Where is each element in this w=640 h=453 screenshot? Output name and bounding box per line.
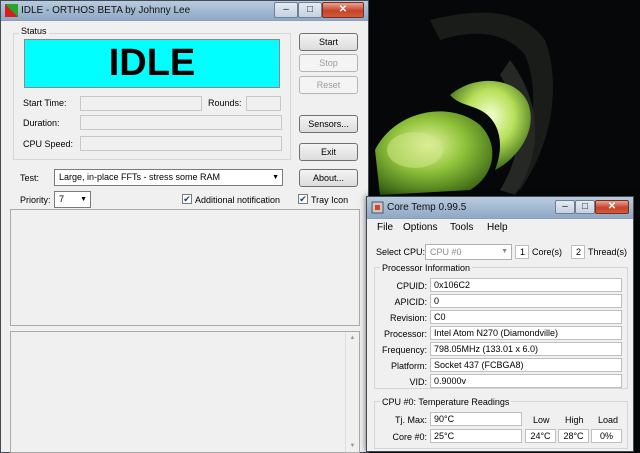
info-value-frequency: 798.05MHz (133.01 x 6.0) xyxy=(430,342,622,356)
orthos-titlebar[interactable]: IDLE - ORTHOS BETA by Johnny Lee – □ ✕ xyxy=(1,1,368,21)
start-time-field xyxy=(80,96,202,111)
coretemp-menubar: File Options Tools Help xyxy=(367,220,633,236)
close-button[interactable]: ✕ xyxy=(322,2,364,18)
scroll-up-icon[interactable]: ▲ xyxy=(346,332,359,344)
info-value-processor: Intel Atom N270 (Diamondville) xyxy=(430,326,622,340)
close-icon: ✕ xyxy=(338,4,348,15)
start-time-label: Start Time: xyxy=(23,98,67,108)
scroll-down-icon[interactable]: ▼ xyxy=(346,440,359,452)
chevron-down-icon: ▼ xyxy=(501,248,508,255)
close-icon: ✕ xyxy=(607,201,617,212)
cores-label: Core(s) xyxy=(532,247,563,257)
info-label-revision: Revision: xyxy=(389,313,427,323)
tray-icon-label: Tray Icon xyxy=(311,195,349,205)
log-scrollbar[interactable]: ▲ ▼ xyxy=(345,332,359,452)
col-low-label: Low xyxy=(533,415,550,425)
info-value-cpuid: 0x106C2 xyxy=(430,278,622,292)
cpu-speed-field xyxy=(80,136,282,151)
tj-max-label: Tj. Max: xyxy=(394,415,427,425)
maximize-button[interactable]: □ xyxy=(575,200,595,214)
minimize-icon: – xyxy=(283,4,289,15)
menu-file[interactable]: File xyxy=(377,222,393,233)
core0-label: Core #0: xyxy=(392,432,427,442)
test-select[interactable]: Large, in-place FFTs - stress some RAM ▼ xyxy=(54,169,283,186)
checkmark-icon: ✔ xyxy=(183,194,191,204)
temperature-header: CPU #0: Temperature Readings xyxy=(380,397,512,407)
info-label-apicid: APICID: xyxy=(394,297,427,307)
exit-button[interactable]: Exit xyxy=(299,143,358,161)
priority-select[interactable]: 7 ▼ xyxy=(54,191,91,208)
duration-field xyxy=(80,115,282,130)
maximize-icon: □ xyxy=(581,201,589,212)
tray-icon-checkbox[interactable]: ✔ xyxy=(298,194,308,204)
info-label-cpuid: CPUID: xyxy=(396,281,427,291)
orthos-title: IDLE - ORTHOS BETA by Johnny Lee xyxy=(21,5,191,16)
core0-temp: 25°C xyxy=(430,429,522,443)
maximize-icon: □ xyxy=(306,4,314,15)
test-select-value: Large, in-place FFTs - stress some RAM xyxy=(59,172,221,182)
menu-tools[interactable]: Tools xyxy=(450,222,473,233)
duration-label: Duration: xyxy=(23,118,60,128)
coretemp-title: Core Temp 0.99.5 xyxy=(387,202,467,213)
status-banner: IDLE xyxy=(24,39,280,88)
orthos-window: IDLE - ORTHOS BETA by Johnny Lee – □ ✕ S… xyxy=(0,0,369,453)
select-cpu-value: CPU #0 xyxy=(430,247,462,257)
maximize-button[interactable]: □ xyxy=(298,2,322,18)
close-button[interactable]: ✕ xyxy=(595,200,629,214)
threads-label: Thread(s) xyxy=(588,247,628,257)
col-high-label: High xyxy=(565,415,584,425)
threads-count-field: 2 xyxy=(571,245,585,259)
info-label-processor: Processor: xyxy=(383,329,427,339)
info-label-frequency: Frequency: xyxy=(381,345,427,355)
desktop: IDLE - ORTHOS BETA by Johnny Lee – □ ✕ S… xyxy=(0,0,640,453)
menu-options[interactable]: Options xyxy=(403,222,437,233)
core0-load: 0% xyxy=(591,429,622,443)
test-label: Test: xyxy=(20,173,40,183)
cpu-speed-label: CPU Speed: xyxy=(23,139,74,149)
checkmark-icon: ✔ xyxy=(299,194,307,204)
orthos-app-icon xyxy=(5,4,18,17)
chevron-down-icon: ▼ xyxy=(272,174,279,181)
rounds-label: Rounds: xyxy=(208,98,242,108)
rounds-field xyxy=(246,96,281,111)
coretemp-window: Core Temp 0.99.5 – □ ✕ File Options Tool… xyxy=(366,196,634,452)
info-value-revision: C0 xyxy=(430,310,622,324)
sensors-button[interactable]: Sensors... xyxy=(299,115,358,133)
additional-notification-label: Additional notification xyxy=(195,195,281,205)
status-banner-text: IDLE xyxy=(108,42,196,84)
cores-count: 1 xyxy=(520,247,526,257)
col-load-label: Load xyxy=(598,415,619,425)
about-button[interactable]: About... xyxy=(299,169,358,187)
tj-max-value: 90°C xyxy=(430,412,522,426)
minimize-button[interactable]: – xyxy=(555,200,575,214)
minimize-icon: – xyxy=(562,201,568,212)
core0-low: 24°C xyxy=(525,429,556,443)
processor-info-header: Processor Information xyxy=(380,263,473,273)
chevron-down-icon: ▼ xyxy=(80,196,87,203)
log-area-top[interactable] xyxy=(10,209,360,326)
status-group-label: Status xyxy=(19,26,49,36)
priority-label: Priority: xyxy=(20,195,51,205)
coretemp-titlebar[interactable]: Core Temp 0.99.5 – □ ✕ xyxy=(367,197,633,219)
info-label-platform: Platform: xyxy=(390,361,427,371)
cores-count-field: 1 xyxy=(515,245,529,259)
select-cpu-dropdown[interactable]: CPU #0 ▼ xyxy=(425,244,512,260)
priority-select-value: 7 xyxy=(59,194,65,204)
additional-notification-checkbox[interactable]: ✔ xyxy=(182,194,192,204)
log-area-bottom[interactable]: ▲ ▼ xyxy=(10,331,360,453)
stop-button[interactable]: Stop xyxy=(299,54,358,72)
select-cpu-label: Select CPU: xyxy=(376,247,426,257)
threads-count: 2 xyxy=(576,247,582,257)
minimize-button[interactable]: – xyxy=(274,2,298,18)
coretemp-app-icon xyxy=(371,201,384,214)
core0-high: 28°C xyxy=(558,429,589,443)
info-value-platform: Socket 437 (FCBGA8) xyxy=(430,358,622,372)
info-value-apicid: 0 xyxy=(430,294,622,308)
menu-help[interactable]: Help xyxy=(487,222,508,233)
start-button[interactable]: Start xyxy=(299,33,358,51)
info-label-vid: VID: xyxy=(409,377,427,387)
reset-button[interactable]: Reset xyxy=(299,76,358,94)
info-value-vid: 0.9000v xyxy=(430,374,622,388)
